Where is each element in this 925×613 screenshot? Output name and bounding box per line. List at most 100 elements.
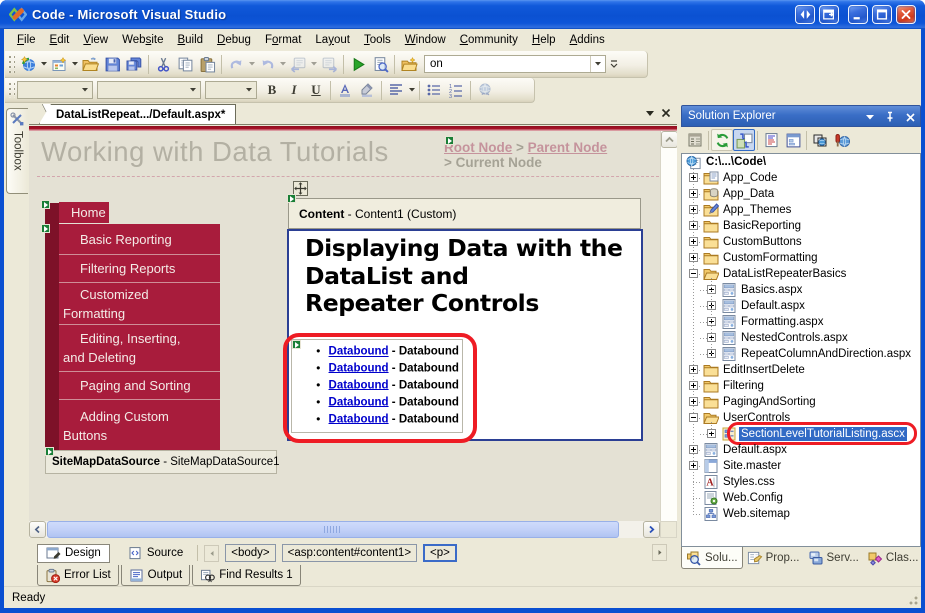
undo-button[interactable] <box>225 54 247 75</box>
tree-item-basics.aspx[interactable]: Basics.aspx <box>682 282 920 298</box>
nav-item-paging-and-sorting[interactable]: Paging and Sorting <box>59 372 220 399</box>
tool-tab-solu[interactable]: Solu... <box>681 547 743 569</box>
folder-star-button[interactable] <box>398 54 420 75</box>
nav-item-filtering-reports[interactable]: Filtering Reports <box>59 255 220 282</box>
tree-item-customformatting[interactable]: CustomFormatting <box>682 250 920 266</box>
tool-tab-clas[interactable]: Clas... <box>863 547 923 569</box>
tree-label[interactable]: Web.Config <box>721 491 785 505</box>
maximize-button[interactable] <box>872 5 892 24</box>
tree-item-formatting.aspx[interactable]: Formatting.aspx <box>682 314 920 330</box>
tree-label[interactable]: BasicReporting <box>721 219 803 233</box>
minimize-button[interactable] <box>848 5 868 24</box>
toolbar-overflow-icon[interactable] <box>608 54 620 75</box>
format-combobox-3[interactable] <box>205 81 257 99</box>
toolbar-drag-handle[interactable] <box>8 82 15 99</box>
breadcrumb-parent-link[interactable]: Parent Node <box>528 140 608 155</box>
window-position-dropdown-icon[interactable] <box>865 113 875 122</box>
format-combobox-1[interactable] <box>17 81 93 99</box>
tag-path-p[interactable]: <p> <box>423 544 457 562</box>
active-files-dropdown-icon[interactable] <box>645 109 655 118</box>
tree-item-default.aspx[interactable]: Default.aspx <box>682 298 920 314</box>
expand-icon[interactable] <box>689 253 698 262</box>
toolbar-drag-handle[interactable] <box>8 55 15 73</box>
menu-community[interactable]: Community <box>453 31 525 49</box>
databound-list-control[interactable]: ●Databound - Databound●Databound - Datab… <box>291 339 463 433</box>
smart-tag-icon[interactable] <box>287 194 296 203</box>
smart-tag-icon[interactable] <box>292 340 301 349</box>
combobox-dropdown-icon[interactable] <box>185 82 200 98</box>
close-document-icon[interactable] <box>661 108 671 118</box>
align-left-dropdown-icon[interactable] <box>407 80 416 101</box>
tree-label[interactable]: C:\...\Code\ <box>704 155 768 169</box>
align-left-button[interactable] <box>385 80 407 101</box>
tree-item-web.config[interactable]: Web.Config <box>682 490 920 506</box>
window-split-button[interactable] <box>795 5 815 24</box>
toolbox-tab[interactable]: Toolbox <box>6 108 28 194</box>
tree-item-editinsertdelete[interactable]: EditInsertDelete <box>682 362 920 378</box>
find-doc-button[interactable] <box>369 54 391 75</box>
combobox-dropdown-icon[interactable] <box>590 56 605 72</box>
toolbar-combobox[interactable]: on <box>424 55 606 73</box>
nav-item-editing-inserting-and-deleting[interactable]: Editing, Inserting,and Deleting <box>59 325 220 371</box>
smart-tag-icon[interactable] <box>41 200 50 209</box>
menu-window[interactable]: Window <box>398 31 453 49</box>
format-combobox-2[interactable] <box>97 81 201 99</box>
breadcrumb-root-link[interactable]: Root Node <box>444 140 512 155</box>
tree-label[interactable]: Formatting.aspx <box>739 315 825 329</box>
scroll-up-icon[interactable] <box>661 131 677 148</box>
tree-item-app-data[interactable]: App_Data <box>682 186 920 202</box>
combobox-dropdown-icon[interactable] <box>77 82 92 98</box>
tool-tab-serv[interactable]: Serv... <box>804 547 863 569</box>
expand-icon[interactable] <box>689 445 698 454</box>
expand-icon[interactable] <box>689 365 698 374</box>
highlight-pen-button[interactable] <box>356 80 378 101</box>
open-folder-button[interactable] <box>79 54 101 75</box>
tree-item-c-...-code[interactable]: C:\...\Code\ <box>682 154 920 170</box>
tree-item-custombuttons[interactable]: CustomButtons <box>682 234 920 250</box>
tree-item-app-themes[interactable]: App_Themes <box>682 202 920 218</box>
combobox-dropdown-icon[interactable] <box>241 82 256 98</box>
auto-hide-pin-icon[interactable] <box>883 111 897 123</box>
tree-label[interactable]: Default.aspx <box>739 299 807 313</box>
expand-icon[interactable] <box>689 221 698 230</box>
tree-label[interactable]: App_Data <box>721 187 776 201</box>
tag-path-aspcontentcontent1[interactable]: <asp:content#content1> <box>282 544 417 562</box>
tree-label[interactable]: RepeatColumnAndDirection.aspx <box>739 347 913 361</box>
tree-item-default.aspx[interactable]: Default.aspx <box>682 442 920 458</box>
start-debug-button[interactable] <box>347 54 369 75</box>
resize-grip[interactable] <box>905 592 919 606</box>
menu-debug[interactable]: Debug <box>210 31 258 49</box>
expand-icon[interactable] <box>689 461 698 470</box>
tree-item-app-code[interactable]: App_Code <box>682 170 920 186</box>
collapse-icon[interactable] <box>689 269 698 278</box>
source-view-button[interactable]: Source <box>120 544 191 563</box>
menu-view[interactable]: View <box>76 31 115 49</box>
expand-icon[interactable] <box>689 173 698 182</box>
tree-item-datalistrepeaterbasics[interactable]: DataListRepeaterBasics <box>682 266 920 282</box>
title-bar[interactable]: Code - Microsoft Visual Studio <box>0 0 925 29</box>
design-vertical-scrollbar[interactable] <box>660 131 677 521</box>
close-panel-icon[interactable] <box>905 112 916 123</box>
menu-tools[interactable]: Tools <box>357 31 398 49</box>
expand-icon[interactable] <box>689 397 698 406</box>
window-float-button[interactable] <box>819 5 839 24</box>
redo-button[interactable] <box>256 54 278 75</box>
menu-addins[interactable]: Addins <box>563 31 612 49</box>
tree-item-repeatcolumnanddirection.aspx[interactable]: RepeatColumnAndDirection.aspx <box>682 346 920 362</box>
expand-icon[interactable] <box>689 381 698 390</box>
font-color-button[interactable] <box>334 80 356 101</box>
menu-format[interactable]: Format <box>258 31 308 49</box>
tree-label[interactable]: Default.aspx <box>721 443 789 457</box>
smart-tag-icon[interactable] <box>445 136 454 145</box>
horizontal-scroll-thumb[interactable] <box>47 521 619 538</box>
tree-label[interactable]: Web.sitemap <box>721 507 792 521</box>
underline-u-button[interactable]: U <box>305 80 327 101</box>
tag-scroll-right-icon[interactable] <box>652 544 667 561</box>
expand-icon[interactable] <box>689 205 698 214</box>
tree-item-nestedcontrols.aspx[interactable]: NestedControls.aspx <box>682 330 920 346</box>
number-list-button[interactable]: 123 <box>445 80 467 101</box>
nav-back-dropdown-icon[interactable] <box>309 54 318 75</box>
tag-path-body[interactable]: <body> <box>225 544 275 562</box>
content-control-body[interactable]: Displaying Data with theDataList andRepe… <box>287 229 643 441</box>
menu-layout[interactable]: Layout <box>308 31 357 49</box>
